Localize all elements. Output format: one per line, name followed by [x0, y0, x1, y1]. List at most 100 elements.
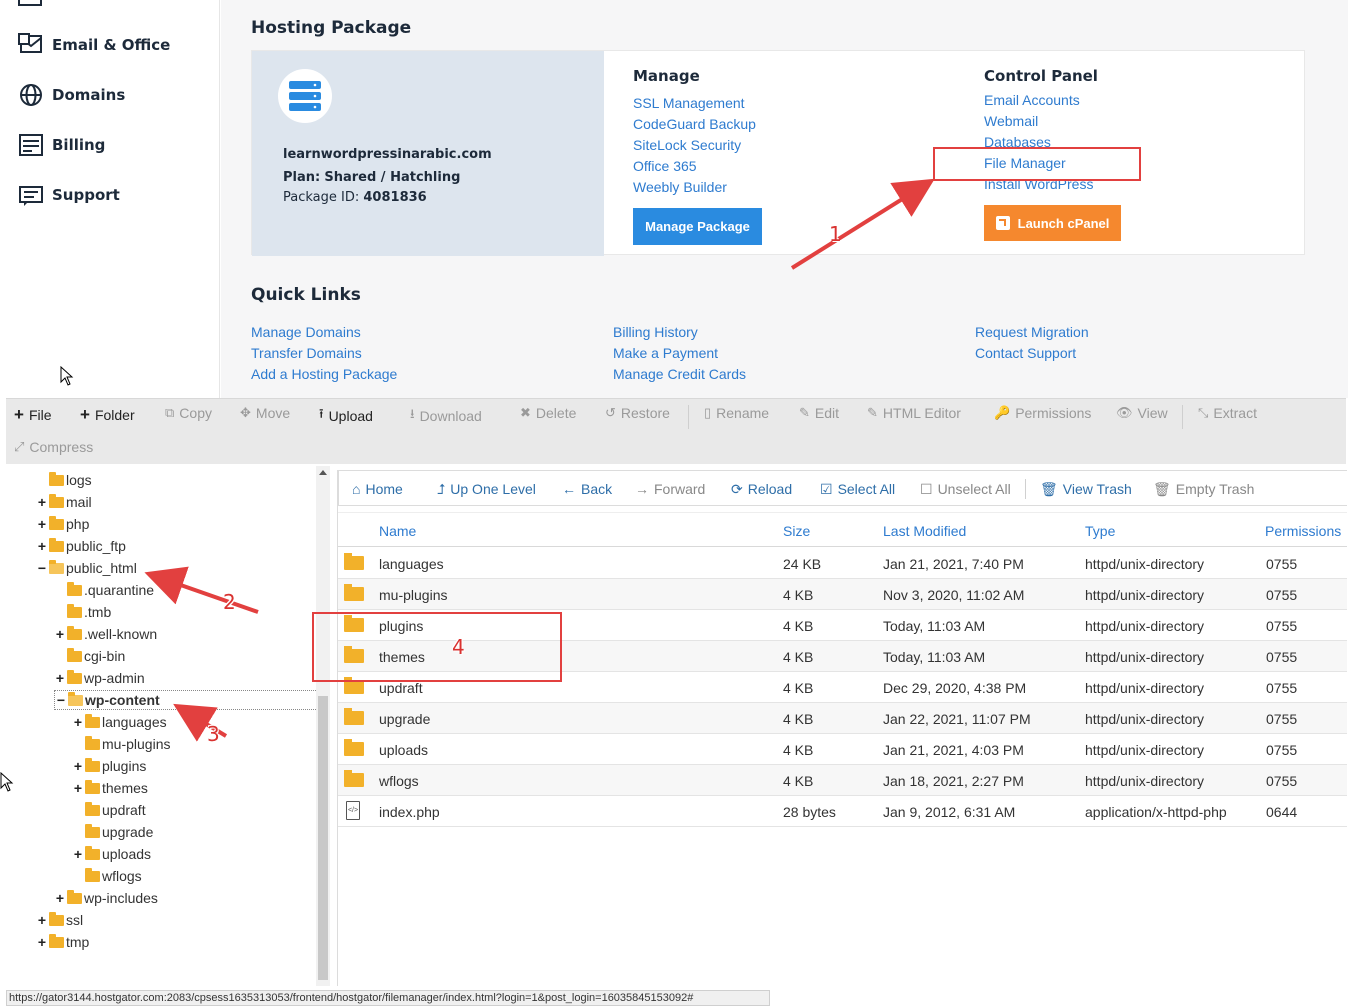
link-ssl-management[interactable]: SSL Management: [633, 95, 745, 111]
link-manage-credit-cards[interactable]: Manage Credit Cards: [613, 366, 746, 382]
tree-folder[interactable]: cgi-bin: [54, 646, 125, 666]
expand-icon[interactable]: +: [36, 494, 48, 510]
tree-folder[interactable]: + plugins: [72, 756, 146, 776]
tree-folder[interactable]: updraft: [72, 800, 146, 820]
tree-folder[interactable]: wflogs: [72, 866, 142, 886]
expand-icon[interactable]: +: [72, 758, 84, 774]
edit-button[interactable]: ✎ Edit: [799, 405, 839, 421]
link-billing-history[interactable]: Billing History: [613, 324, 698, 340]
folder-icon: [344, 553, 364, 570]
file-row[interactable]: </> index.php 28 bytes Jan 9, 2012, 6:31 AM…: [338, 796, 1347, 827]
expand-icon[interactable]: +: [72, 846, 84, 862]
new-folder-button[interactable]: + Folder: [80, 405, 135, 425]
html-editor-button[interactable]: ✎ HTML Editor: [867, 405, 961, 421]
tree-scroll-thumb[interactable]: [318, 696, 328, 980]
collapse-icon[interactable]: −: [36, 560, 48, 576]
expand-icon[interactable]: +: [54, 890, 66, 906]
file-row[interactable]: uploads 4 KB Jan 21, 2021, 4:03 PM httpd/un…: [338, 734, 1347, 765]
tree-folder[interactable]: + .well-known: [54, 624, 157, 644]
link-transfer-domains[interactable]: Transfer Domains: [251, 345, 362, 361]
link-add-hosting-package[interactable]: Add a Hosting Package: [251, 366, 397, 382]
tree-folder[interactable]: + wp-admin: [54, 668, 145, 688]
sidebar-item-billing[interactable]: Billing: [18, 130, 105, 160]
home-button[interactable]: ⌂ Home: [352, 471, 403, 507]
upload-icon: ⭱: [319, 406, 324, 421]
column-name[interactable]: Name: [379, 513, 416, 548]
file-row[interactable]: upgrade 4 KB Jan 22, 2021, 11:07 PM httpd/u…: [338, 703, 1347, 734]
link-sitelock-security[interactable]: SiteLock Security: [633, 137, 741, 153]
tree-folder[interactable]: + php: [36, 514, 89, 534]
launch-cpanel-button[interactable]: Launch cPanel: [984, 205, 1121, 241]
file-row[interactable]: languages 24 KB Jan 21, 2021, 7:40 PM httpd…: [338, 548, 1347, 579]
up-one-level-button[interactable]: ⮥ Up One Level: [437, 471, 536, 507]
forward-button[interactable]: → Forward: [635, 471, 705, 507]
sidebar-item-support[interactable]: Support: [18, 180, 120, 210]
collapse-icon[interactable]: −: [55, 692, 67, 708]
expand-icon[interactable]: +: [72, 780, 84, 796]
column-permissions[interactable]: Permissions: [1265, 513, 1341, 548]
expand-icon[interactable]: +: [36, 538, 48, 554]
column-size[interactable]: Size: [783, 513, 810, 548]
link-make-payment[interactable]: Make a Payment: [613, 345, 718, 361]
empty-trash-button[interactable]: 🗑 Empty Trash: [1153, 471, 1254, 507]
tree-folder[interactable]: − public_html: [36, 558, 137, 578]
tree-folder[interactable]: .tmb: [54, 602, 111, 622]
extract-button[interactable]: ⤡ Extract: [1198, 405, 1257, 421]
rename-button[interactable]: ▯ Rename: [704, 405, 769, 421]
tree-folder[interactable]: − wp-content: [54, 690, 316, 710]
link-request-migration[interactable]: Request Migration: [975, 324, 1089, 340]
sidebar-item-domains[interactable]: Domains: [18, 80, 125, 110]
tree-folder[interactable]: mu-plugins: [72, 734, 170, 754]
view-button[interactable]: 👁 View: [1116, 405, 1168, 421]
tree-folder[interactable]: + themes: [72, 778, 148, 798]
expand-icon[interactable]: +: [72, 714, 84, 730]
tree-folder[interactable]: .quarantine: [54, 580, 154, 600]
tree-folder[interactable]: + ssl: [36, 910, 83, 930]
permissions-button[interactable]: 🔑 Permissions: [994, 405, 1091, 421]
unselect-all-button[interactable]: ☐ Unselect All: [920, 471, 1011, 507]
manage-package-button[interactable]: Manage Package: [633, 208, 762, 245]
new-file-button[interactable]: + File: [14, 405, 52, 425]
link-webmail[interactable]: Webmail: [984, 113, 1038, 129]
select-all-button[interactable]: ☑ Select All: [820, 471, 895, 507]
tree-scrollbar[interactable]: [316, 466, 330, 986]
link-office-365[interactable]: Office 365: [633, 158, 697, 174]
tree-folder[interactable]: + languages: [72, 712, 167, 732]
move-button[interactable]: ✥ Move: [240, 405, 290, 421]
link-weebly-builder[interactable]: Weebly Builder: [633, 179, 727, 195]
scroll-up-arrow-icon[interactable]: [319, 470, 327, 475]
expand-icon[interactable]: +: [36, 912, 48, 928]
delete-button[interactable]: ✖ Delete: [520, 405, 576, 421]
expand-icon[interactable]: +: [36, 516, 48, 532]
expand-icon[interactable]: +: [36, 934, 48, 950]
back-button[interactable]: ← Back: [562, 471, 612, 507]
link-codeguard-backup[interactable]: CodeGuard Backup: [633, 116, 756, 132]
tree-folder[interactable]: + uploads: [72, 844, 151, 864]
tree-folder[interactable]: logs: [36, 470, 92, 490]
column-last-modified[interactable]: Last Modified: [883, 513, 966, 548]
file-modified: Jan 21, 2021, 4:03 PM: [883, 741, 1024, 758]
link-contact-support[interactable]: Contact Support: [975, 345, 1076, 361]
sidebar-item-email-office[interactable]: Email & Office: [18, 30, 170, 60]
reload-button[interactable]: ⟳ Reload: [731, 471, 792, 507]
view-trash-button[interactable]: 🗑 View Trash: [1040, 471, 1132, 507]
expand-icon[interactable]: +: [54, 670, 66, 686]
copy-button[interactable]: ⧉ Copy: [165, 405, 212, 421]
hosting-portal: Email & Office Domains Billing Support H…: [0, 0, 1348, 398]
download-button[interactable]: ⭳ Download: [410, 405, 482, 427]
upload-button[interactable]: ⭱ Upload: [319, 405, 373, 427]
column-type[interactable]: Type: [1085, 513, 1115, 548]
tree-folder[interactable]: + wp-includes: [54, 888, 158, 908]
compress-button[interactable]: ⤢ Compress: [14, 439, 93, 455]
link-email-accounts[interactable]: Email Accounts: [984, 92, 1080, 108]
tree-folder[interactable]: + public_ftp: [36, 536, 126, 556]
link-manage-domains[interactable]: Manage Domains: [251, 324, 361, 340]
file-row[interactable]: mu-plugins 4 KB Nov 3, 2020, 11:02 AM httpd…: [338, 579, 1347, 610]
tree-folder[interactable]: upgrade: [72, 822, 153, 842]
expand-icon[interactable]: +: [54, 626, 66, 642]
file-name: languages: [379, 555, 444, 572]
tree-folder[interactable]: + mail: [36, 492, 92, 512]
tree-folder[interactable]: + tmp: [36, 932, 89, 952]
restore-button[interactable]: ↺ Restore: [605, 405, 670, 421]
file-row[interactable]: wflogs 4 KB Jan 18, 2021, 2:27 PM httpd/uni…: [338, 765, 1347, 796]
